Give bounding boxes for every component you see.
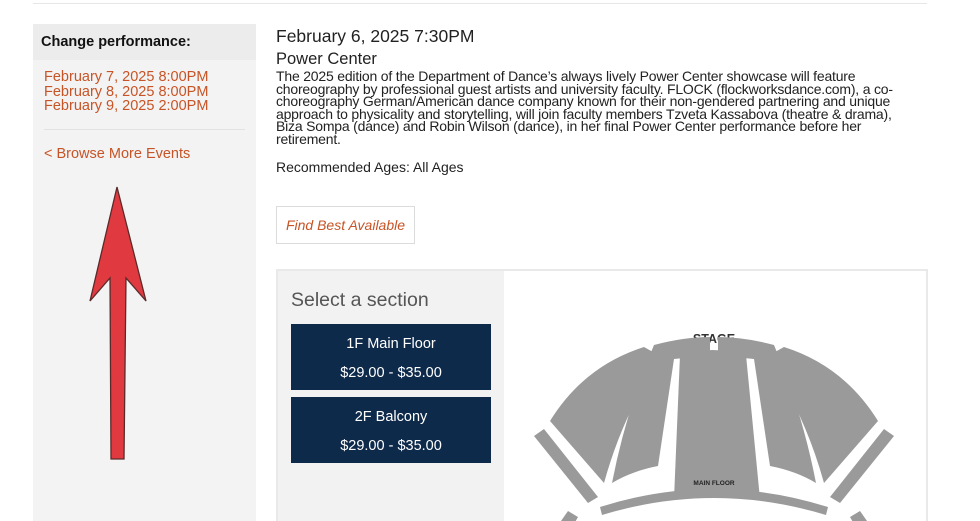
description-line: retirement. (276, 130, 341, 147)
description-line: Biza Sompa (dance) and Robin Wilson (dan… (276, 118, 862, 135)
seating-map-svg: STAGE MAIN FLOOR (534, 332, 894, 521)
section-price: $29.00 - $35.00 (340, 365, 442, 381)
top-divider (33, 3, 927, 4)
sidebar-divider (44, 128, 245, 130)
main-floor-label: MAIN FLOOR (693, 480, 734, 487)
seat-block (600, 489, 828, 515)
select-section-title: Select a section (291, 289, 429, 311)
section-name: 2F Balcony (354, 409, 428, 425)
performance-link-feb-9[interactable]: February 9, 2025 2:00PM (44, 99, 245, 114)
venue-name: Power Center (276, 50, 377, 68)
performance-list: February 7, 2025 8:00PM February 8, 2025… (33, 60, 256, 114)
performance-link-feb-7[interactable]: February 7, 2025 8:00PM (44, 70, 245, 85)
seating-map-panel: Select a section 1F Main Floor $29.00 - … (276, 269, 928, 521)
section-name: 1F Main Floor (346, 336, 436, 352)
up-arrow-annotation-icon (89, 186, 147, 460)
event-description: The 2025 edition of the Department of Da… (276, 69, 928, 147)
section-price: $29.00 - $35.00 (340, 438, 442, 454)
seat-block[interactable] (674, 350, 760, 499)
section-button-main-floor[interactable]: 1F Main Floor $29.00 - $35.00 (291, 324, 491, 390)
change-performance-heading: Change performance: (33, 24, 256, 60)
seat-block (561, 511, 578, 521)
section-selector: Select a section 1F Main Floor $29.00 - … (278, 271, 504, 521)
seating-map[interactable]: STAGE MAIN FLOOR (504, 271, 926, 521)
performance-link-feb-8[interactable]: February 8, 2025 8:00PM (44, 84, 245, 100)
find-best-available-button[interactable]: Find Best Available (276, 206, 415, 244)
seat-block (850, 511, 867, 521)
section-button-balcony[interactable]: 2F Balcony $29.00 - $35.00 (291, 397, 491, 463)
browse-more-events-link[interactable]: < Browse More Events (44, 146, 245, 162)
event-details: February 6, 2025 7:30PM Power Center The… (276, 26, 928, 521)
performance-date-time: February 6, 2025 7:30PM (276, 26, 475, 46)
recommended-ages: Recommended Ages: All Ages (276, 158, 464, 175)
